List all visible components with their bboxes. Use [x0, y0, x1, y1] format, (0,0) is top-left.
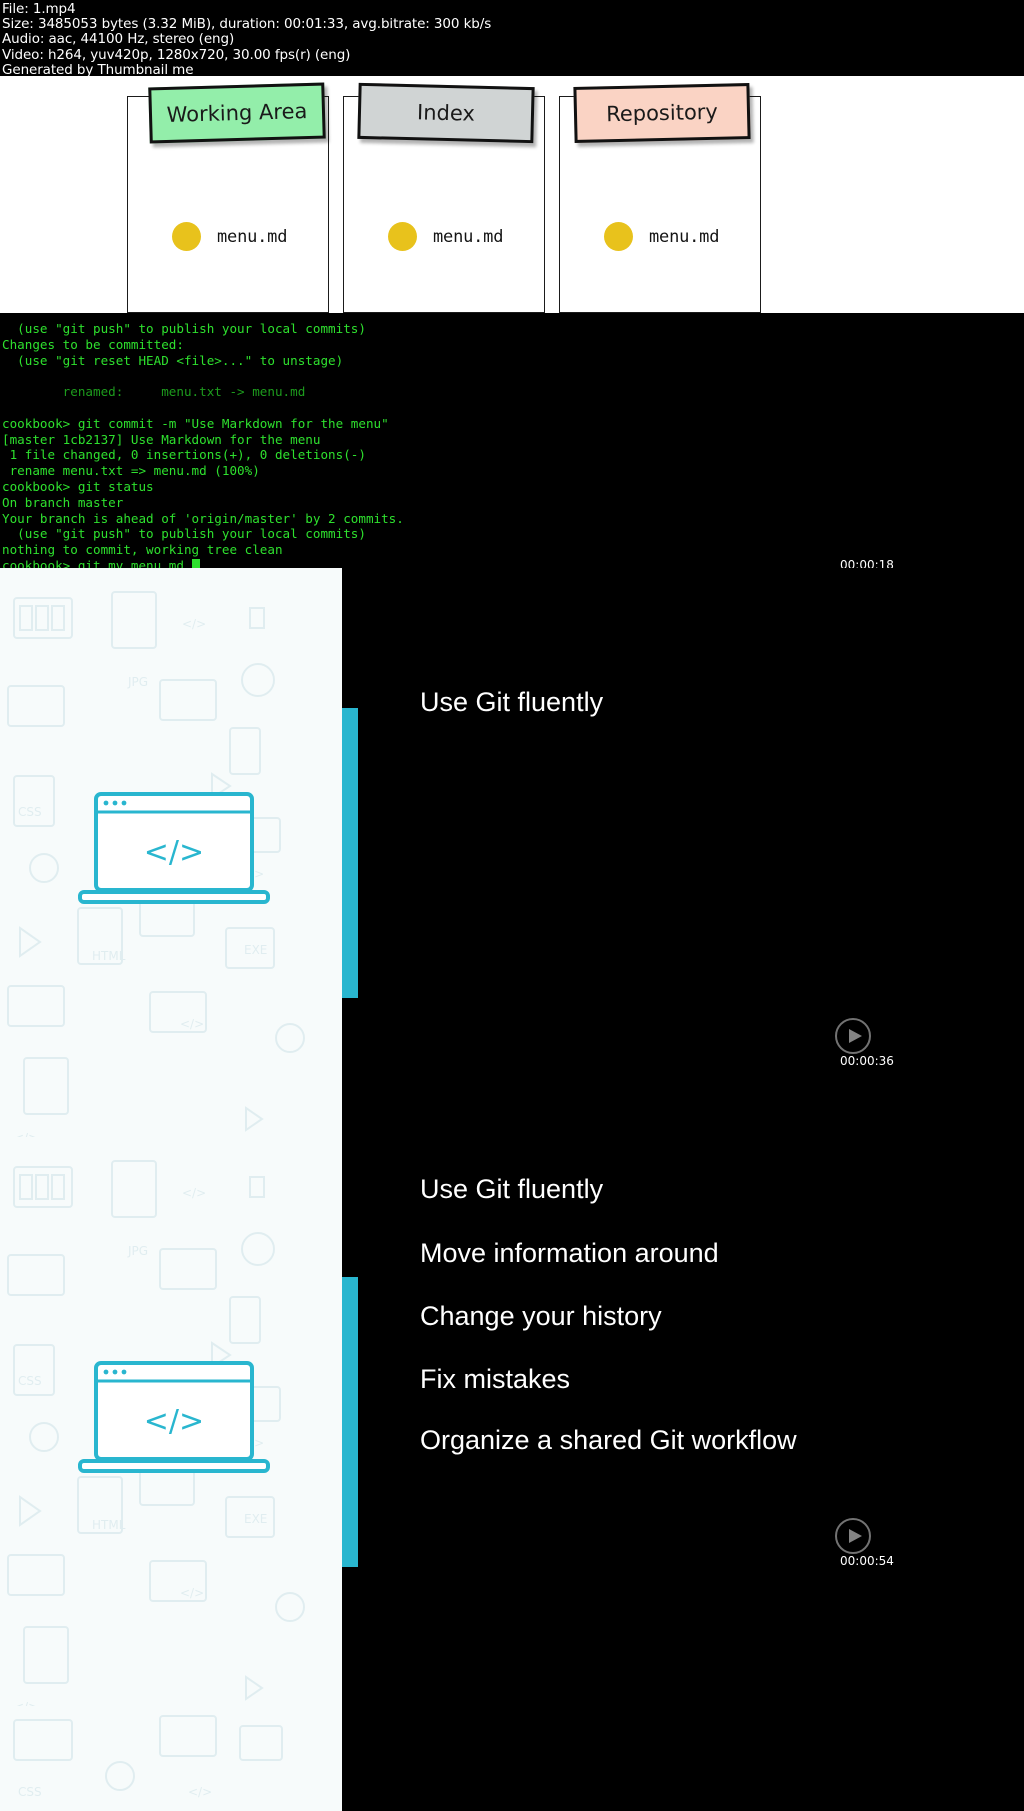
laptop-code-icon: </>: [78, 1361, 270, 1473]
svg-text:CSS: CSS: [18, 1374, 42, 1388]
slide-pattern-panel: CSS </>: [0, 1706, 342, 1811]
terminal-line: cookbook> git commit -m "Use Markdown fo…: [2, 415, 389, 431]
terminal-line: renamed: menu.txt -> menu.md: [2, 384, 306, 400]
timestamp-label: 00:00:36: [840, 1054, 894, 1068]
slide-line: Use Git fluently: [420, 687, 604, 717]
slide-pattern-panel: </> JPG CSS HTML EXE </> </> </> </>: [0, 568, 342, 1137]
file-name-label: menu.md: [649, 226, 720, 247]
file-entry: menu.md: [172, 222, 287, 251]
accent-bar: [342, 1277, 358, 1567]
terminal-line: Changes to be committed:: [2, 336, 184, 352]
terminal-line: (use "git push" to publish your local co…: [2, 321, 366, 336]
timestamp-label: 00:00:54: [840, 1554, 894, 1568]
svg-text:</>: </>: [180, 1017, 204, 1031]
video-metadata-header: File: 1.mp4 Size: 3485053 bytes (3.32 Mi…: [0, 0, 1024, 78]
file-entry: menu.md: [388, 222, 503, 251]
slide-pattern-panel: </> JPG CSS HTML EXE </> </> </> </>: [0, 1137, 342, 1706]
svg-text:CSS: CSS: [18, 805, 42, 819]
sticky-label-text: Working Area: [166, 99, 308, 127]
file-entry: menu.md: [604, 222, 719, 251]
thumbnail-frame-4[interactable]: CSS </>: [0, 1706, 1024, 1811]
svg-text:</>: </>: [188, 1785, 212, 1799]
meta-line-video: Video: h264, yuv420p, 1280x720, 30.00 fp…: [2, 46, 351, 63]
svg-text:CSS: CSS: [18, 1785, 42, 1799]
file-dot-icon: [172, 222, 201, 251]
file-name-label: menu.md: [217, 226, 288, 247]
svg-text:JPG: JPG: [127, 675, 148, 689]
meta-line-size: Size: 3485053 bytes (3.32 MiB), duration…: [2, 16, 492, 33]
terminal-cursor: [191, 558, 200, 568]
svg-text:</>: </>: [144, 1404, 204, 1439]
sticky-label-index: Index: [357, 82, 535, 144]
sticky-label-text: Index: [416, 100, 476, 126]
svg-text:</>: </>: [180, 1586, 204, 1600]
accent-bar: [342, 708, 358, 998]
meta-line-file: File: 1.mp4: [2, 1, 76, 17]
slide-text-body: Use Git fluently Move information around…: [420, 1137, 1020, 1706]
svg-text:HTML: HTML: [92, 1518, 126, 1532]
svg-text:</>: </>: [182, 1186, 206, 1200]
sticky-label-repository: Repository: [573, 83, 751, 143]
svg-text:EXE: EXE: [244, 1512, 267, 1526]
terminal-line: Your branch is ahead of 'origin/master' …: [2, 510, 404, 526]
thumbnail-frame-3[interactable]: </> JPG CSS HTML EXE </> </> </> </>: [0, 1137, 1024, 1706]
terminal-line: [master 1cb2137] Use Markdown for the me…: [2, 431, 321, 447]
slide-line: Fix mistakes: [420, 1364, 571, 1394]
thumbnail-contact-sheet: File: 1.mp4 Size: 3485053 bytes (3.32 Mi…: [0, 0, 1024, 1811]
terminal-output: (use "git push" to publish your local co…: [0, 313, 1024, 568]
slide-line: Move information around: [420, 1238, 719, 1268]
slide-line: Organize a shared Git workflow: [420, 1425, 797, 1455]
slide-text-body: Use Git fluently: [420, 568, 1020, 1137]
timestamp-label: 00:00:18: [840, 558, 894, 568]
terminal-line: rename menu.txt => menu.md (100%): [2, 463, 260, 479]
terminal-line: On branch master: [2, 494, 124, 510]
file-dot-icon: [604, 222, 633, 251]
slide-line: Change your history: [420, 1301, 662, 1331]
terminal-line: (use "git reset HEAD <file>..." to unsta…: [2, 352, 344, 368]
terminal-line: (use "git push" to publish your local co…: [2, 526, 366, 542]
thumbnail-frame-2[interactable]: </> JPG CSS HTML EXE </> </> </> </>: [0, 568, 1024, 1137]
tech-doodle-pattern: CSS </>: [13, 1715, 283, 1799]
thumbnail-frame-1[interactable]: Working Area menu.md Index menu.md Repos…: [0, 76, 1024, 568]
git-areas-diagram: Working Area menu.md Index menu.md Repos…: [0, 76, 1024, 313]
panel-working-area: Working Area menu.md: [127, 82, 329, 313]
sticky-label-text: Repository: [605, 99, 719, 127]
laptop-code-icon: </>: [78, 792, 270, 904]
svg-text:</>: </>: [144, 835, 204, 870]
svg-text:</>: </>: [182, 617, 206, 631]
slide-line: Use Git fluently: [420, 1174, 604, 1204]
svg-text:JPG: JPG: [127, 1244, 148, 1258]
file-dot-icon: [388, 222, 417, 251]
panel-repository: Repository menu.md: [559, 83, 761, 313]
play-icon[interactable]: [835, 1518, 871, 1554]
terminal-line: 1 file changed, 0 insertions(+), 0 delet…: [2, 447, 366, 463]
panel-index: Index menu.md: [343, 82, 545, 313]
file-name-label: menu.md: [433, 226, 504, 247]
sticky-label-working-area: Working Area: [148, 82, 326, 144]
meta-line-audio: Audio: aac, 44100 Hz, stereo (eng): [2, 31, 235, 48]
terminal-line: nothing to commit, working tree clean: [2, 542, 283, 558]
svg-text:HTML: HTML: [92, 949, 126, 963]
play-icon[interactable]: [835, 1018, 871, 1054]
terminal-line: cookbook> git status: [2, 478, 154, 494]
svg-text:EXE: EXE: [244, 943, 267, 957]
